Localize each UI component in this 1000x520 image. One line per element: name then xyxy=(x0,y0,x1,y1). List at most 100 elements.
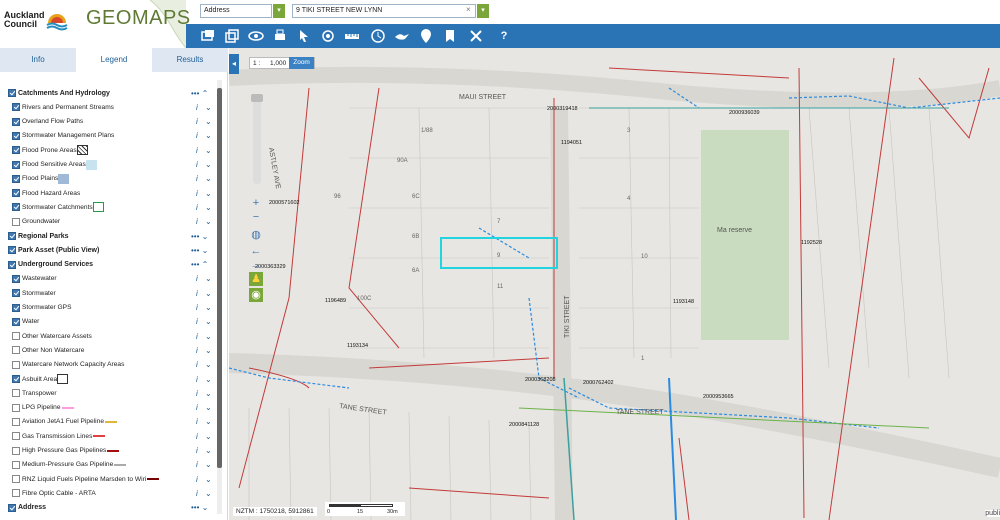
layer-checkbox[interactable] xyxy=(12,317,20,326)
info-icon[interactable]: i xyxy=(196,116,198,128)
layer-row[interactable]: Flood Plains xyxy=(12,173,70,185)
chevron-down-icon[interactable]: ⌄ xyxy=(205,373,212,385)
layer-group-menu-icon[interactable]: ••• ⌄ xyxy=(191,502,208,514)
chevron-down-icon[interactable]: ⌄ xyxy=(205,359,212,371)
layer-checkbox[interactable] xyxy=(12,360,20,369)
info-icon[interactable]: i xyxy=(196,402,198,414)
zoom-in-icon[interactable]: + xyxy=(249,196,263,210)
layer-checkbox[interactable] xyxy=(12,346,20,355)
info-icon[interactable]: i xyxy=(196,273,198,285)
chevron-down-icon[interactable]: ⌄ xyxy=(205,330,212,342)
layer-checkbox[interactable] xyxy=(12,417,20,426)
info-icon[interactable]: i xyxy=(196,173,198,185)
zoom-button[interactable]: Zoom xyxy=(289,57,314,69)
layer-checkbox[interactable] xyxy=(12,403,20,412)
layer-checkbox[interactable] xyxy=(12,489,20,498)
info-icon[interactable]: i xyxy=(196,430,198,442)
info-icon[interactable]: i xyxy=(196,416,198,428)
layer-checkbox[interactable] xyxy=(12,303,20,312)
layer-group-menu-icon[interactable]: ••• ⌄ xyxy=(191,244,208,256)
layer-checkbox[interactable] xyxy=(12,146,20,155)
layer-row[interactable]: Aviation JetA1 Fuel Pipeline xyxy=(12,416,117,428)
layer-row[interactable]: Wastewater xyxy=(12,273,57,285)
info-icon[interactable]: i xyxy=(196,316,198,328)
info-icon[interactable]: i xyxy=(196,387,198,399)
map-canvas[interactable]: MAUI STREET TANE STREET TANE STREET TIKI… xyxy=(229,48,1000,520)
chevron-down-icon[interactable]: ⌄ xyxy=(205,116,212,128)
layer-checkbox[interactable] xyxy=(8,246,16,255)
layer-row[interactable]: Underground Services xyxy=(8,259,93,271)
chevron-down-icon[interactable]: ⌄ xyxy=(205,302,212,314)
layer-row[interactable]: Fibre Optic Cable - ARTA xyxy=(12,487,96,499)
zoom-slider-handle[interactable] xyxy=(251,94,263,102)
info-icon[interactable]: i xyxy=(196,159,198,171)
layer-row[interactable]: Medium-Pressure Gas Pipeline xyxy=(12,459,127,471)
address-search-input[interactable]: 9 TIKI STREET NEW LYNN xyxy=(292,4,476,18)
map-pin-icon[interactable] xyxy=(418,28,434,44)
info-icon[interactable]: i xyxy=(196,302,198,314)
layer-checkbox[interactable] xyxy=(12,189,20,198)
zoom-out-icon[interactable]: − xyxy=(249,210,263,224)
layer-row[interactable]: Flood Prone Areas xyxy=(12,144,88,156)
bird-icon[interactable] xyxy=(394,28,410,44)
info-icon[interactable]: i xyxy=(196,187,198,199)
info-icon[interactable]: i xyxy=(196,330,198,342)
info-icon[interactable]: i xyxy=(196,201,198,213)
info-icon[interactable]: i xyxy=(196,359,198,371)
chevron-down-icon[interactable]: ⌄ xyxy=(205,402,212,414)
chevron-down-icon[interactable]: ⌄ xyxy=(205,416,212,428)
chevron-down-icon[interactable]: ⌄ xyxy=(205,173,212,185)
layer-row[interactable]: Stormwater xyxy=(12,287,56,299)
layer-checkbox[interactable] xyxy=(12,375,20,383)
print-icon[interactable] xyxy=(272,28,288,44)
locate-me-icon[interactable]: ◉ xyxy=(249,288,263,302)
info-icon[interactable]: i xyxy=(196,144,198,156)
chevron-down-icon[interactable]: ⌄ xyxy=(205,344,212,356)
chevron-down-icon[interactable]: ⌄ xyxy=(205,273,212,285)
search-dropdown-button[interactable]: ▾ xyxy=(477,4,489,18)
tab-legend[interactable]: Legend xyxy=(76,48,152,72)
chevron-down-icon[interactable]: ⌄ xyxy=(205,144,212,156)
help-icon[interactable]: ? xyxy=(496,28,512,44)
layer-group-menu-icon[interactable]: ••• ⌃ xyxy=(191,259,208,271)
layer-row[interactable]: Stormwater Catchments xyxy=(12,201,104,213)
layer-checkbox[interactable] xyxy=(8,232,16,240)
chevron-down-icon[interactable]: ⌄ xyxy=(205,487,212,499)
info-icon[interactable]: i xyxy=(196,373,198,385)
globe-icon[interactable]: ◍ xyxy=(249,228,263,242)
layer-row[interactable]: Overland Flow Paths xyxy=(12,116,83,128)
layer-row[interactable]: Groundwater xyxy=(12,216,60,228)
locate-icon[interactable] xyxy=(320,28,336,44)
tab-info[interactable]: Info xyxy=(0,48,76,72)
chevron-down-icon[interactable]: ⌄ xyxy=(205,101,212,113)
chevron-down-icon[interactable]: ⌄ xyxy=(205,187,212,199)
layer-checkbox[interactable] xyxy=(8,89,16,97)
chevron-down-icon[interactable]: ⌄ xyxy=(205,201,212,213)
layer-row[interactable]: High Pressure Gas Pipelines xyxy=(12,445,120,457)
back-arrow-icon[interactable]: ← xyxy=(249,244,263,258)
bookmark-icon[interactable] xyxy=(442,28,458,44)
layer-checkbox[interactable] xyxy=(12,217,20,226)
map-view[interactable]: MAUI STREET TANE STREET TANE STREET TIKI… xyxy=(229,48,1000,520)
layer-row[interactable]: Gas Transmission Lines xyxy=(12,430,106,442)
layer-checkbox[interactable] xyxy=(12,160,20,169)
layer-checkbox[interactable] xyxy=(12,203,20,212)
measure-icon[interactable] xyxy=(344,28,360,44)
layer-row[interactable]: Catchments And Hydrology xyxy=(8,87,110,99)
pegman-icon[interactable]: ♟ xyxy=(249,272,263,286)
forward-arrow-icon[interactable]: → xyxy=(249,258,263,272)
layer-row[interactable]: Asbuilt Area xyxy=(12,373,69,385)
tools-icon[interactable] xyxy=(468,28,484,44)
history-icon[interactable] xyxy=(370,28,386,44)
layer-checkbox[interactable] xyxy=(12,274,20,283)
layer-group-menu-icon[interactable]: ••• ⌄ xyxy=(191,230,208,242)
layers-icon[interactable] xyxy=(200,28,216,44)
copy-icon[interactable] xyxy=(224,28,240,44)
layer-row[interactable]: Park Asset (Public View) xyxy=(8,244,99,256)
info-icon[interactable]: i xyxy=(196,344,198,356)
info-icon[interactable]: i xyxy=(196,216,198,228)
layer-checkbox[interactable] xyxy=(12,475,20,484)
layer-checkbox[interactable] xyxy=(12,174,20,183)
info-icon[interactable]: i xyxy=(196,487,198,499)
layer-row[interactable]: Other Non Watercare xyxy=(12,344,84,356)
